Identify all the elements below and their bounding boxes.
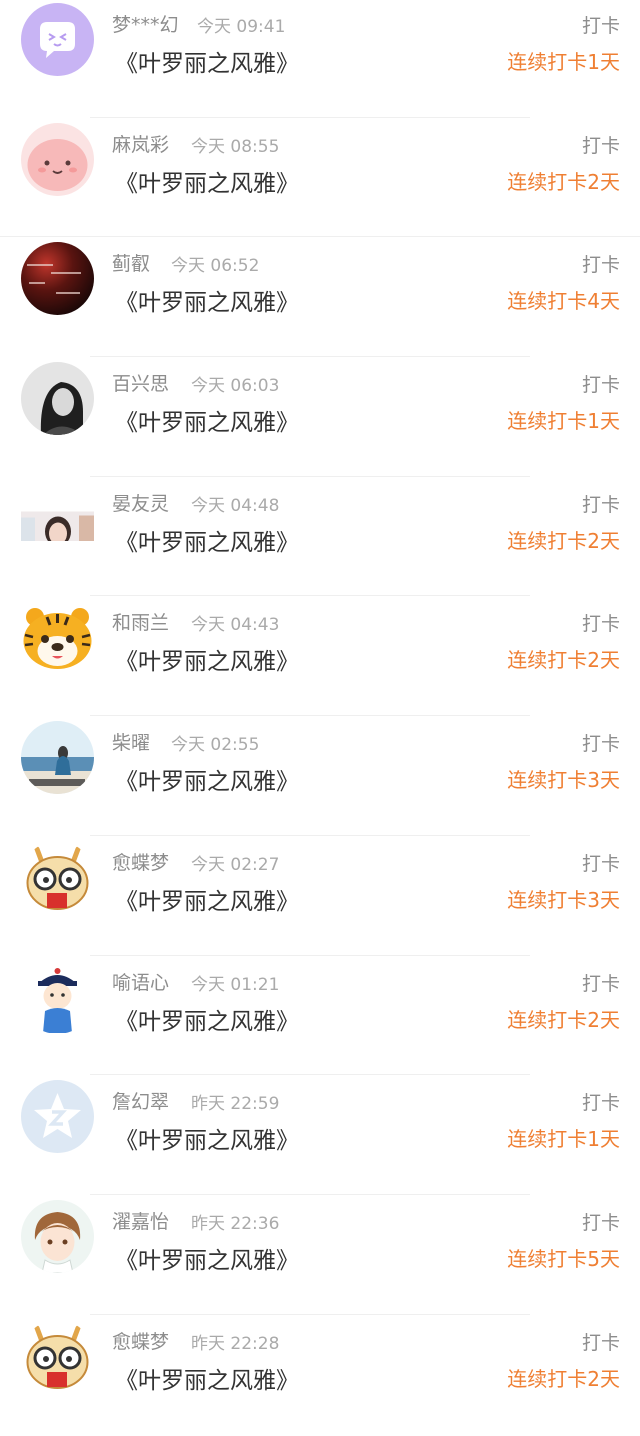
default-blue-star-avatar-icon[interactable]: [21, 1080, 94, 1154]
divider: [90, 116, 530, 118]
girl-photo-avatar-icon[interactable]: [21, 497, 94, 541]
list-item[interactable]: 濯嘉怡 昨天 22:36 《叶罗丽之风雅》 打卡 连续打卡5天: [0, 1197, 640, 1317]
pink-blob-face-avatar-icon[interactable]: [21, 122, 94, 196]
book-title[interactable]: 《叶罗丽之风雅》: [115, 164, 299, 198]
divider: [90, 1313, 530, 1315]
book-title[interactable]: 《叶罗丽之风雅》: [115, 1241, 299, 1275]
list-item[interactable]: 柴曜 今天 02:55 《叶罗丽之风雅》 打卡 连续打卡3天: [0, 718, 640, 838]
book-title[interactable]: 《叶罗丽之风雅》: [115, 403, 299, 437]
checkin-label: 打卡: [581, 1331, 620, 1354]
list-item[interactable]: 愈蝶梦 今天 02:27 《叶罗丽之风雅》 打卡 连续打卡3天: [0, 838, 640, 958]
list-item[interactable]: 詹幻翠 昨天 22:59 《叶罗丽之风雅》 打卡 连续打卡1天: [0, 1077, 640, 1197]
cartoon-rabbit-glasses-avatar-icon[interactable]: [21, 1319, 94, 1393]
user-name[interactable]: 愈蝶梦: [112, 848, 169, 875]
checkin-time: 今天 06:03: [191, 376, 280, 397]
checkin-label: 打卡: [581, 1092, 620, 1115]
checkin-label: 打卡: [581, 1211, 620, 1234]
user-name[interactable]: 柴曜: [112, 728, 150, 755]
user-name[interactable]: 蓟叡: [112, 249, 150, 276]
streak-badge: 连续打卡2天: [507, 1007, 620, 1032]
checkin-time: 今天 02:55: [171, 735, 260, 756]
divider: [90, 954, 530, 956]
streak-badge: 连续打卡1天: [507, 50, 620, 74]
checkin-label: 打卡: [581, 493, 620, 516]
streak-badge: 连续打卡2天: [507, 169, 620, 194]
divider: [90, 475, 530, 477]
streak-badge: 连续打卡3天: [507, 887, 620, 912]
checkin-time: 今天 01:21: [191, 974, 280, 995]
book-title[interactable]: 《叶罗丽之风雅》: [115, 1121, 299, 1155]
book-title[interactable]: 《叶罗丽之风雅》: [115, 1002, 299, 1036]
streak-badge: 连续打卡3天: [507, 768, 620, 793]
divider: [90, 1074, 530, 1076]
divider: [90, 356, 530, 358]
checkin-label: 打卡: [581, 254, 620, 277]
checkin-label: 打卡: [581, 972, 620, 995]
list-item[interactable]: 和雨兰 今天 04:43 《叶罗丽之风雅》 打卡 连续打卡2天: [0, 598, 640, 718]
checkin-time: 昨天 22:59: [191, 1094, 280, 1115]
checkin-label: 打卡: [581, 852, 620, 875]
checkin-time: 今天 09:41: [197, 17, 286, 37]
streak-badge: 连续打卡4天: [507, 289, 620, 314]
cartoon-qing-official-avatar-icon[interactable]: [21, 960, 94, 1034]
book-title[interactable]: 《叶罗丽之风雅》: [115, 1361, 299, 1395]
divider: [90, 595, 530, 597]
grayscale-portrait-avatar-icon[interactable]: [21, 362, 94, 436]
book-title[interactable]: 《叶罗丽之风雅》: [115, 283, 299, 317]
book-title[interactable]: 《叶罗丽之风雅》: [115, 762, 299, 796]
user-name[interactable]: 愈蝶梦: [112, 1327, 169, 1354]
user-name[interactable]: 濯嘉怡: [112, 1207, 169, 1234]
checkin-label: 打卡: [581, 15, 620, 37]
checkin-time: 今天 04:48: [191, 495, 280, 516]
user-name[interactable]: 麻岚彩: [112, 130, 169, 157]
cartoon-tiger-avatar-icon[interactable]: [21, 601, 94, 674]
list-item[interactable]: 梦***幻 今天 09:41 《叶罗丽之风雅》 打卡 连续打卡1天: [0, 0, 640, 120]
list-item[interactable]: 百兴思 今天 06:03 《叶罗丽之风雅》 打卡 连续打卡1天: [0, 359, 640, 479]
checkin-label: 打卡: [581, 134, 620, 157]
checkin-time: 昨天 22:28: [191, 1333, 280, 1354]
user-name[interactable]: 梦***幻: [112, 10, 179, 37]
checkin-label: 打卡: [581, 613, 620, 636]
user-name[interactable]: 晏友灵: [112, 489, 169, 516]
user-name[interactable]: 喻语心: [112, 968, 169, 995]
checkin-list: 梦***幻 今天 09:41 《叶罗丽之风雅》 打卡 连续打卡1天 麻岚彩 今天…: [0, 0, 640, 1436]
book-title[interactable]: 《叶罗丽之风雅》: [115, 44, 299, 78]
book-title[interactable]: 《叶罗丽之风雅》: [115, 523, 299, 557]
user-name[interactable]: 詹幻翠: [112, 1087, 169, 1114]
checkin-time: 昨天 22:36: [191, 1213, 280, 1234]
dark-sunset-text-avatar-icon[interactable]: [21, 242, 94, 316]
checkin-time: 今天 04:43: [191, 615, 280, 636]
book-title[interactable]: 《叶罗丽之风雅》: [115, 882, 299, 916]
checkin-label: 打卡: [581, 374, 620, 397]
list-item[interactable]: 晏友灵 今天 04:48 《叶罗丽之风雅》 打卡 连续打卡2天: [0, 479, 640, 599]
user-name[interactable]: 和雨兰: [112, 608, 169, 635]
list-item[interactable]: 蓟叡 今天 06:52 《叶罗丽之风雅》 打卡 连续打卡4天: [0, 239, 640, 359]
streak-badge: 连续打卡1天: [507, 1127, 620, 1152]
streak-badge: 连续打卡2天: [507, 528, 620, 553]
streak-badge: 连续打卡1天: [507, 409, 620, 434]
streak-badge: 连续打卡5天: [507, 1246, 620, 1271]
streak-badge: 连续打卡2天: [507, 648, 620, 673]
purple-chat-bubble-avatar-icon[interactable]: [21, 3, 94, 76]
divider: [90, 834, 530, 836]
divider: [0, 236, 640, 238]
checkin-label: 打卡: [581, 733, 620, 756]
streak-badge: 连续打卡2天: [507, 1366, 620, 1391]
list-item[interactable]: 麻岚彩 今天 08:55 《叶罗丽之风雅》 打卡 连续打卡2天: [0, 120, 640, 240]
book-title[interactable]: 《叶罗丽之风雅》: [115, 642, 299, 676]
list-item[interactable]: 喻语心 今天 01:21 《叶罗丽之风雅》 打卡 连续打卡2天: [0, 958, 640, 1078]
checkin-time: 今天 08:55: [191, 136, 280, 157]
list-item[interactable]: 愈蝶梦 昨天 22:28 《叶罗丽之风雅》 打卡 连续打卡2天: [0, 1317, 640, 1436]
checkin-time: 今天 02:27: [191, 854, 280, 875]
cartoon-rabbit-glasses-avatar-icon[interactable]: [21, 840, 94, 914]
checkin-time: 今天 06:52: [171, 256, 260, 277]
divider: [90, 1193, 530, 1195]
divider: [90, 715, 530, 717]
user-name[interactable]: 百兴思: [112, 369, 169, 396]
anime-boy-avatar-icon[interactable]: [21, 1199, 94, 1273]
seaside-photo-avatar-icon[interactable]: [21, 721, 94, 795]
